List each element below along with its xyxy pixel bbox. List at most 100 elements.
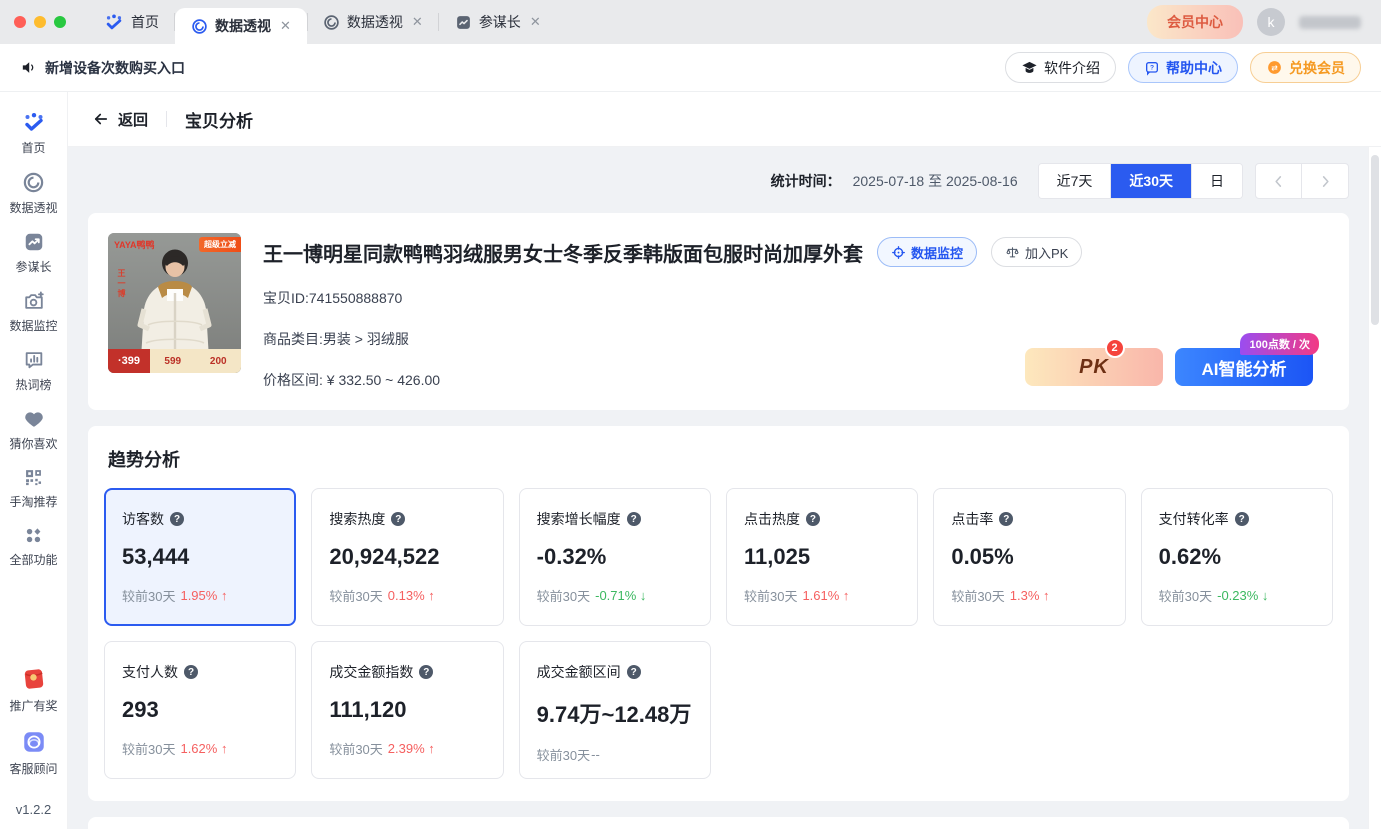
prev-period-button[interactable] [1256,164,1302,198]
member-center-button[interactable]: 会员中心 [1147,5,1243,39]
metric-change-value: 1.95% ↑ [180,588,227,603]
headset-icon [21,729,47,755]
red-packet-icon [21,666,47,692]
data-monitor-button[interactable]: 数据监控 [877,237,977,267]
product-price-strip: ·399 599 200 [108,349,241,373]
username-redacted [1299,16,1361,29]
visitor-trend-panel: 访客数近30天趋势 [88,817,1349,829]
metric-card[interactable]: 访客数 ? 53,444 较前30天 1.95% ↑ [104,488,296,626]
sidebar-item-home[interactable]: 首页 [0,110,67,156]
metric-card[interactable]: 支付转化率 ? 0.62% 较前30天 -0.23% ↓ [1141,488,1333,626]
metric-compare-label: 较前30天 [1159,586,1212,605]
sidebar-item-promo-reward[interactable]: 推广有奖 [0,666,67,714]
crosshair-plus-icon [891,245,906,260]
tab-data-insight-1[interactable]: 数据透视 ✕ [175,8,307,44]
tab-data-insight-2[interactable]: 数据透视 ✕ [307,0,439,44]
metric-card[interactable]: 点击热度 ? 11,025 较前30天 1.61% ↑ [726,488,918,626]
next-period-button[interactable] [1302,164,1348,198]
product-image[interactable]: YAYA鸭鸭 超级立减 王一博 ·399 599 200 [108,233,241,373]
sidebar-item-all-features[interactable]: 全部功能 [0,525,67,568]
tab-label: 数据透视 [347,12,403,32]
back-button[interactable]: 返回 [92,109,148,130]
tab-label: 参谋长 [479,12,521,32]
metric-card[interactable]: 成交金额指数 ? 111,120 较前30天 2.39% ↑ [311,641,503,779]
segment-daily[interactable]: 日 [1192,164,1242,198]
scrollbar-thumb[interactable] [1371,155,1379,325]
tab-home[interactable]: 首页 [88,0,175,44]
help-icon[interactable]: ? [1235,512,1249,526]
metric-change-value: -0.71% ↓ [595,588,646,603]
metric-card[interactable]: 支付人数 ? 293 较前30天 1.62% ↑ [104,641,296,779]
sidebar-item-customer-service[interactable]: 客服顾问 [0,729,67,777]
tab-strategist[interactable]: 参谋长 ✕ [439,0,557,44]
sidebar-item-strategist[interactable]: 参谋长 [0,231,67,275]
sidebar-item-hot-words[interactable]: 热词榜 [0,349,67,393]
time-filter-label: 统计时间： [771,171,841,191]
help-icon[interactable]: ? [806,512,820,526]
sidebar-item-data-insight[interactable]: 数据透视 [0,171,67,216]
qr-code-icon [23,467,44,488]
metric-value: 11,025 [744,544,900,570]
metric-label: 支付转化率 [1159,509,1229,529]
close-tab-icon[interactable]: ✕ [530,14,541,30]
pk-count-badge: 2 [1105,338,1125,358]
trend-analysis-panel: 趋势分析 访客数 ? 53,444 较前30天 1.95% ↑ 搜索热度 ? 2… [88,426,1349,801]
software-intro-button[interactable]: 软件介绍 [1005,52,1116,83]
svg-text:⇄: ⇄ [1271,63,1278,72]
close-tab-icon[interactable]: ✕ [280,18,291,34]
time-filter-row: 统计时间： 2025-07-18 至 2025-08-16 近7天 近30天 日 [88,163,1349,199]
help-icon[interactable]: ? [391,512,405,526]
zoom-window-button[interactable] [54,16,66,28]
back-arrow-icon [92,110,110,128]
minimize-window-button[interactable] [34,16,46,28]
close-window-button[interactable] [14,16,26,28]
metric-change-value: 2.39% ↑ [388,741,435,756]
ai-analysis-button[interactable]: AI智能分析 100点数 / 次 [1175,348,1313,386]
metric-card[interactable]: 搜索增长幅度 ? -0.32% 较前30天 -0.71% ↓ [519,488,711,626]
metric-value: 111,120 [329,697,485,723]
metric-change-value: 1.62% ↑ [180,741,227,756]
help-icon[interactable]: ? [419,665,433,679]
brand-paw-icon [22,110,46,134]
metric-compare-label: 较前30天 [329,586,382,605]
metric-label: 成交金额指数 [329,662,413,682]
close-tab-icon[interactable]: ✕ [412,14,423,30]
segment-last-7-days[interactable]: 近7天 [1039,164,1112,198]
trend-chart-icon [23,231,45,253]
help-icon[interactable]: ? [170,512,184,526]
metric-card[interactable]: 点击率 ? 0.05% 较前30天 1.3% ↑ [933,488,1125,626]
pk-button[interactable]: PK 2 [1025,348,1163,386]
four-dots-icon [23,525,44,546]
sidebar-item-data-monitor[interactable]: 数据监控 [0,290,67,334]
metric-label: 搜索热度 [329,509,385,529]
join-pk-button[interactable]: 加入PK [991,237,1082,267]
metric-change-value: 1.3% ↑ [1010,588,1050,603]
metric-card[interactable]: 搜索热度 ? 20,924,522 较前30天 0.13% ↑ [311,488,503,626]
help-icon[interactable]: ? [184,665,198,679]
announcement-text[interactable]: 新增设备次数购买入口 [45,58,185,78]
help-icon[interactable]: ? [627,512,641,526]
coin-icon: ⇄ [1266,59,1283,76]
metric-value: 0.62% [1159,544,1315,570]
metric-card[interactable]: 成交金额区间 ? 9.74万~12.48万 较前30天 -- [519,641,711,779]
help-icon[interactable]: ? [627,665,641,679]
sidebar-item-guess-you-like[interactable]: 猜你喜欢 [0,408,67,452]
redeem-member-button[interactable]: ⇄ 兑换会员 [1250,52,1361,83]
metric-change-value: 1.61% ↑ [802,588,849,603]
help-chat-icon: ? [1144,60,1160,76]
metrics-grid: 访客数 ? 53,444 较前30天 1.95% ↑ 搜索热度 ? 20,924… [104,488,1333,779]
segment-last-30-days[interactable]: 近30天 [1111,164,1192,198]
metric-label: 点击率 [951,509,993,529]
time-range-value: 2025-07-18 至 2025-08-16 [853,171,1018,191]
graduation-cap-icon [1021,59,1038,76]
help-center-button[interactable]: ? 帮助中心 [1128,52,1238,83]
page-content: 统计时间： 2025-07-18 至 2025-08-16 近7天 近30天 日 [68,147,1381,829]
metric-label: 搜索增长幅度 [537,509,621,529]
date-pager [1255,163,1349,199]
sidebar-item-shoutao-recommend[interactable]: 手淘推荐 [0,467,67,510]
page-title: 宝贝分析 [185,107,253,132]
avatar[interactable]: k [1257,8,1285,36]
announcement-bar: 新增设备次数购买入口 软件介绍 ? 帮助中心 ⇄ 兑换会员 [0,44,1381,92]
help-icon[interactable]: ? [999,512,1013,526]
scrollbar-track[interactable] [1368,147,1381,829]
